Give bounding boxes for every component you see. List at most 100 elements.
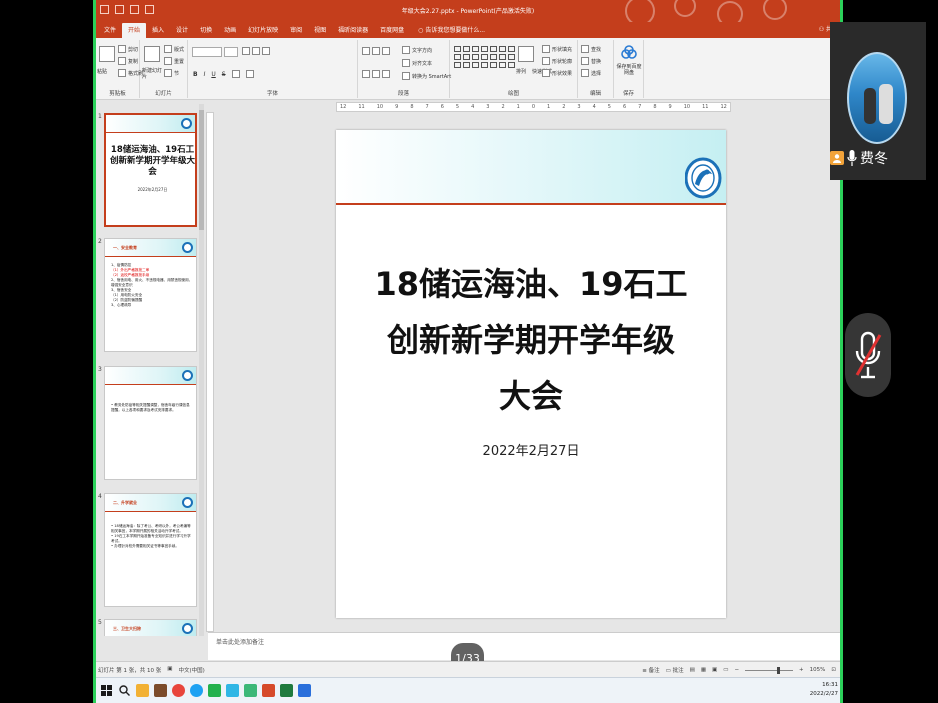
- zoom-in-icon[interactable]: +: [799, 667, 804, 673]
- replace-button[interactable]: 替换: [581, 57, 601, 65]
- tab-baidu[interactable]: 百度网盘: [374, 23, 410, 38]
- windows-start-icon[interactable]: [100, 684, 113, 697]
- reset-button[interactable]: 重置: [164, 57, 184, 65]
- align-text-button[interactable]: 对齐文本: [402, 59, 432, 67]
- meeting-app-icon[interactable]: [298, 684, 311, 697]
- excel-icon[interactable]: [280, 684, 293, 697]
- cloud-icon[interactable]: [621, 45, 637, 59]
- zoom-out-icon[interactable]: −: [734, 667, 739, 673]
- font-size-select[interactable]: [224, 47, 238, 57]
- zoom-slider[interactable]: [745, 666, 794, 674]
- slide-date[interactable]: 2022年2月27日: [336, 440, 726, 459]
- spellcheck-icon[interactable]: ▣: [167, 666, 172, 674]
- thumb-title: 18储运海油、19石工创新新学期开学年级大会: [110, 145, 196, 177]
- list-buttons[interactable]: [362, 47, 390, 55]
- slide-thumbnail-2[interactable]: 一、安全教育 1、疫情防控 （1）外出严格报批二审 （2）返校严格报批手续 2、…: [104, 238, 197, 352]
- char-spacing-icon[interactable]: [231, 70, 240, 78]
- scroll-thumb[interactable]: [199, 110, 204, 230]
- tab-animations[interactable]: 动画: [218, 23, 242, 38]
- slide-header-line: [336, 203, 726, 205]
- group-editing: 查找 替换 选择 编辑: [578, 40, 614, 98]
- slide-thumbnail-1[interactable]: 18储运海油、19石工创新新学期开学年级大会 2022年2月27日: [104, 113, 197, 227]
- slide-canvas[interactable]: 18储运海油、19石工 创新新学期开学年级 大会 2022年2月27日: [336, 130, 726, 618]
- slide-title[interactable]: 18储运海油、19石工 创新新学期开学年级 大会: [336, 256, 726, 424]
- tab-slideshow[interactable]: 幻灯片放映: [242, 23, 284, 38]
- participant-nameplate: 费冬: [830, 147, 888, 169]
- comments-toggle[interactable]: ▭ 批注: [666, 666, 684, 674]
- layout-button[interactable]: 版式: [164, 45, 184, 53]
- qq-icon[interactable]: [226, 684, 239, 697]
- font-color-icon[interactable]: [245, 70, 254, 78]
- italic-button[interactable]: I: [204, 71, 206, 78]
- font-name-select[interactable]: [192, 47, 222, 57]
- slide-thumbnail-4[interactable]: 二、升学就业 • 18储运海油：除了考公、考研以外，考公考编等相关事宜，本学期开…: [104, 493, 197, 607]
- cut-button[interactable]: 剪切: [118, 45, 138, 53]
- notes-pane[interactable]: 单击此处添加备注: [208, 632, 840, 660]
- participant-video-tile[interactable]: 费冬: [830, 22, 926, 180]
- sorter-view-icon[interactable]: ▦: [701, 667, 706, 673]
- arrange-button[interactable]: 排列: [516, 68, 526, 75]
- fit-slide-icon[interactable]: ⊡: [831, 667, 836, 673]
- tab-insert[interactable]: 插入: [146, 23, 170, 38]
- normal-view-icon[interactable]: ▤: [690, 667, 695, 673]
- shapes-gallery[interactable]: [454, 46, 515, 68]
- paste-button[interactable]: 粘贴: [97, 68, 107, 75]
- smartart-button[interactable]: 转换为 SmartArt: [402, 72, 451, 80]
- tell-me-box[interactable]: ○ 告诉我您想要做什么...: [410, 23, 491, 38]
- align-buttons[interactable]: [362, 70, 390, 78]
- shape-effects-button[interactable]: 形状效果: [542, 69, 572, 77]
- tab-transitions[interactable]: 切换: [194, 23, 218, 38]
- slideshow-view-icon[interactable]: ▭: [723, 667, 728, 673]
- tab-design[interactable]: 设计: [170, 23, 194, 38]
- title-bar: 年级大会2.27.pptx - PowerPoint(产品激活失败): [96, 0, 840, 22]
- horizontal-ruler: 12 11 10 9 8 7 6 5 4 3 2 1 0 1 2 3 4 5 6 7 8 9 10 11 12: [336, 102, 731, 112]
- reading-view-icon[interactable]: ▣: [712, 667, 717, 673]
- select-button[interactable]: 选择: [581, 69, 601, 77]
- tab-review[interactable]: 审阅: [284, 23, 308, 38]
- new-slide-icon[interactable]: [144, 46, 160, 62]
- slide-thumbnail-5[interactable]: 三、卫生大扫除: [104, 619, 197, 636]
- shape-icon: [490, 54, 497, 60]
- ribbon-tabs: 文件 开始 插入 设计 切换 动画 幻灯片放映 审阅 视图 福昕阅读器 百度网盘…: [96, 22, 840, 38]
- paste-icon[interactable]: [99, 46, 115, 62]
- ruler-tick: 9: [668, 104, 672, 110]
- new-slide-button[interactable]: 新建幻灯片: [142, 68, 162, 80]
- font-size-buttons[interactable]: [242, 47, 270, 55]
- chrome-icon[interactable]: [172, 684, 185, 697]
- shape-fill-button[interactable]: 形状填充: [542, 45, 572, 53]
- shape-icon: [463, 62, 470, 68]
- arrange-icon[interactable]: [518, 46, 534, 62]
- powerpoint-icon[interactable]: [262, 684, 275, 697]
- tab-foxit[interactable]: 福昕阅读器: [332, 23, 374, 38]
- slide-thumbnail-3[interactable]: • 教务处防疫等相关提醒调整，宿舍年级行课信息提醒，以上各项和要求及考试安排要求…: [104, 366, 197, 480]
- wechat-icon[interactable]: [208, 684, 221, 697]
- edge-icon[interactable]: [190, 684, 203, 697]
- find-button[interactable]: 查找: [581, 45, 601, 53]
- copy-button[interactable]: 复制: [118, 57, 138, 65]
- text-direction-button[interactable]: 文字方向: [402, 46, 432, 54]
- tab-view[interactable]: 视图: [308, 23, 332, 38]
- taskbar-app-icon[interactable]: [154, 684, 167, 697]
- language-indicator[interactable]: 中文(中国): [178, 666, 204, 674]
- app-icon[interactable]: [244, 684, 257, 697]
- zoom-level[interactable]: 105%: [810, 667, 826, 673]
- shape-icon: [454, 54, 461, 60]
- file-explorer-icon[interactable]: [136, 684, 149, 697]
- tab-file[interactable]: 文件: [98, 23, 122, 38]
- section-button[interactable]: 节: [164, 69, 179, 77]
- vertical-ruler: [206, 112, 214, 632]
- search-icon[interactable]: [118, 684, 131, 697]
- notes-toggle[interactable]: ≡ 备注: [642, 666, 659, 674]
- save-to-baidu-button[interactable]: 保存到百度网盘: [616, 64, 642, 76]
- mute-button[interactable]: [843, 305, 893, 405]
- indent-icon: [382, 47, 390, 55]
- system-clock[interactable]: 16:31 2022/2/27: [810, 681, 838, 699]
- university-logo-icon: [182, 497, 193, 508]
- strike-button[interactable]: S: [222, 71, 226, 78]
- thumbnails-scrollbar[interactable]: [199, 104, 204, 636]
- tab-home[interactable]: 开始: [122, 23, 147, 38]
- underline-button[interactable]: U: [211, 71, 215, 78]
- shape-outline-button[interactable]: 形状轮廓: [542, 57, 572, 65]
- numbering-icon: [372, 47, 380, 55]
- bold-button[interactable]: B: [193, 71, 198, 78]
